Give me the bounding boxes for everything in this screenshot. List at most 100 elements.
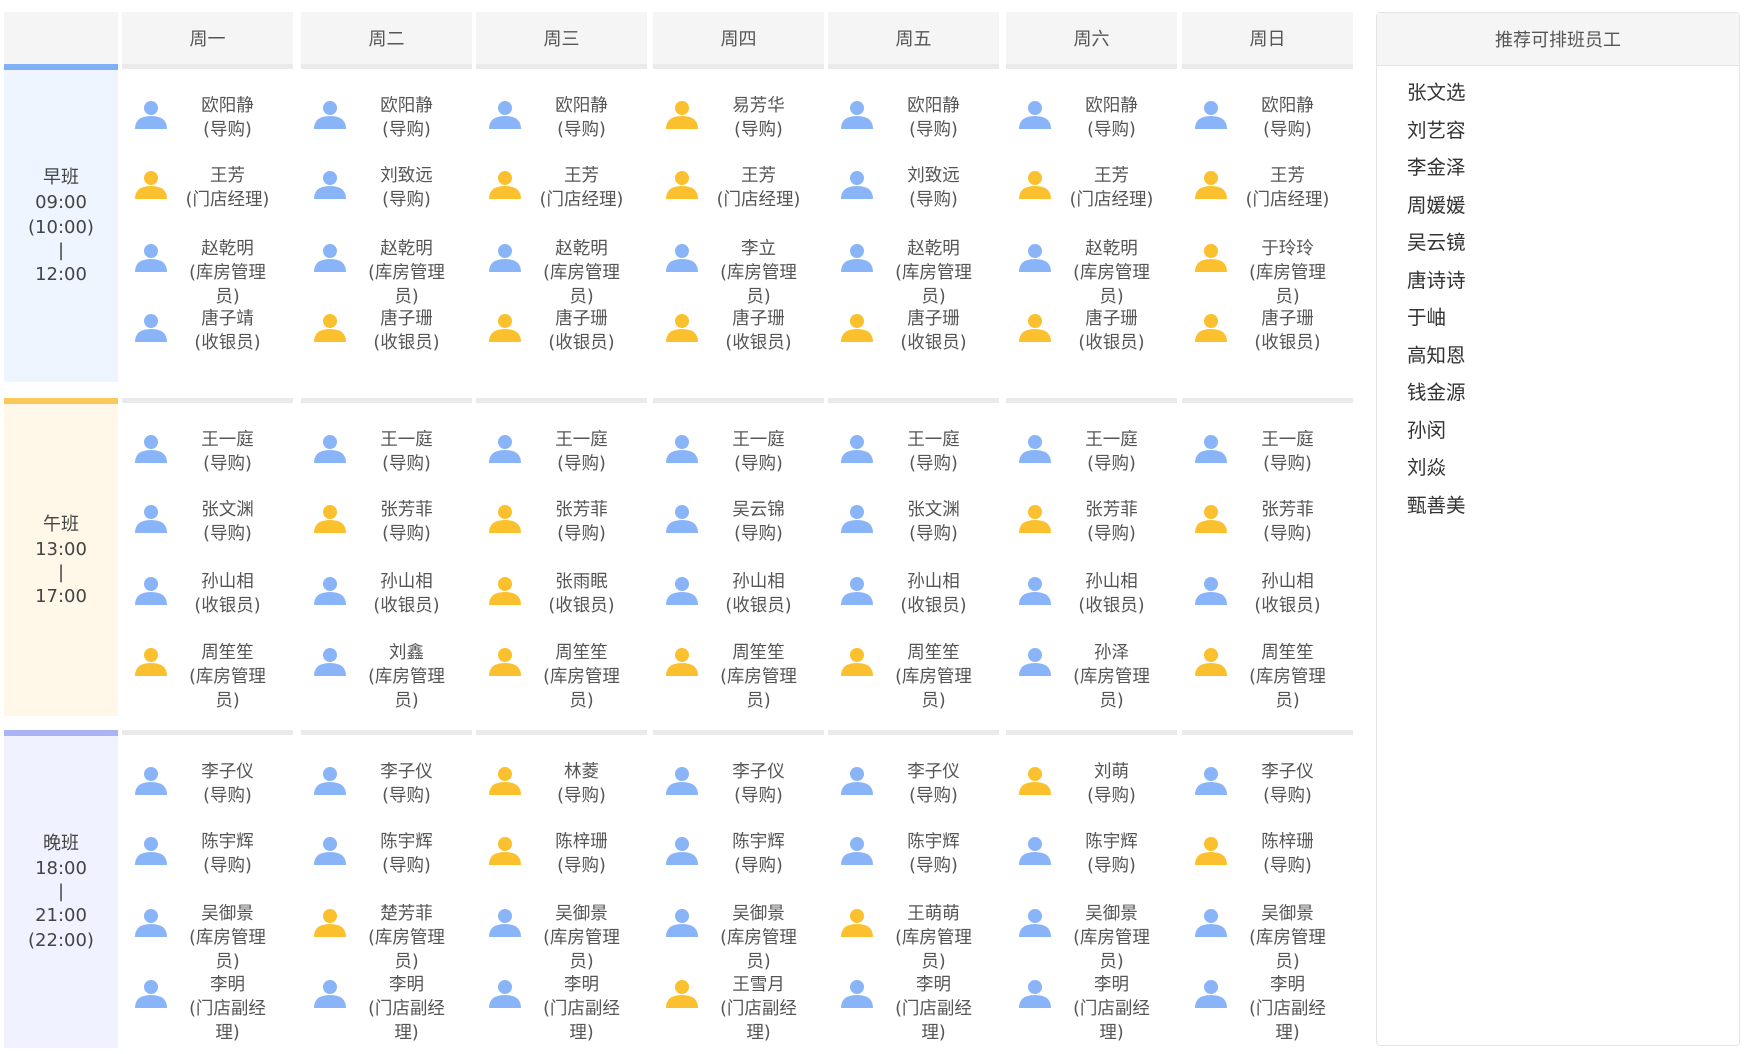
schedule-cell[interactable]: 王一庭 (导购) 张芳菲 (导购) 孙山相 (收银员) 孙泽 (库房管理 员) [1006, 403, 1177, 716]
staff-entry[interactable]: 李子仪 (导购) [1182, 760, 1353, 830]
staff-entry[interactable]: 唐子靖 (收银员) [122, 307, 293, 377]
staff-entry[interactable]: 唐子珊 (收银员) [1006, 307, 1177, 377]
staff-entry[interactable]: 李明 (门店副经 理) [1182, 973, 1353, 1043]
staff-entry[interactable]: 吴御景 (库房管理 员) [122, 902, 293, 972]
staff-entry[interactable]: 赵乾明 (库房管理 员) [828, 237, 999, 307]
schedule-cell[interactable]: 李子仪 (导购) 陈梓珊 (导购) 吴御景 (库房管理 员) 李明 (门店副经 理) [1182, 735, 1353, 1048]
staff-entry[interactable]: 孙山相 (收银员) [653, 570, 824, 640]
staff-entry[interactable]: 陈宇辉 (导购) [828, 830, 999, 900]
schedule-cell[interactable]: 李子仪 (导购) 陈宇辉 (导购) 吴御景 (库房管理 员) 王雪月 (门店副经 理) [653, 735, 824, 1048]
staff-entry[interactable]: 王芳 (门店经理) [653, 164, 824, 234]
staff-entry[interactable]: 陈宇辉 (导购) [1006, 830, 1177, 900]
staff-entry[interactable]: 李立 (库房管理 员) [653, 237, 824, 307]
staff-entry[interactable]: 王一庭 (导购) [301, 428, 472, 498]
staff-entry[interactable]: 王一庭 (导购) [476, 428, 647, 498]
staff-entry[interactable]: 王一庭 (导购) [828, 428, 999, 498]
staff-entry[interactable]: 吴御景 (库房管理 员) [1006, 902, 1177, 972]
schedule-cell[interactable]: 李子仪 (导购) 陈宇辉 (导购) 楚芳菲 (库房管理 员) 李明 (门店副经 理) [301, 735, 472, 1048]
staff-entry[interactable]: 李明 (门店副经 理) [1006, 973, 1177, 1043]
staff-entry[interactable]: 唐子珊 (收银员) [1182, 307, 1353, 377]
schedule-cell[interactable]: 林菱 (导购) 陈梓珊 (导购) 吴御景 (库房管理 员) 李明 (门店副经 理) [476, 735, 647, 1048]
staff-entry[interactable]: 李明 (门店副经 理) [476, 973, 647, 1043]
staff-entry[interactable]: 李子仪 (导购) [122, 760, 293, 830]
schedule-cell[interactable]: 王一庭 (导购) 张文渊 (导购) 孙山相 (收银员) 周笙笙 (库房管理 员) [122, 403, 293, 716]
schedule-cell[interactable]: 欧阳静 (导购) 王芳 (门店经理) 赵乾明 (库房管理 员) 唐子珊 (收银员) [1006, 69, 1177, 382]
staff-entry[interactable]: 王芳 (门店经理) [122, 164, 293, 234]
recommended-employee[interactable]: 张文选 [1407, 74, 1739, 112]
staff-entry[interactable]: 欧阳静 (导购) [476, 94, 647, 164]
staff-entry[interactable]: 李子仪 (导购) [301, 760, 472, 830]
staff-entry[interactable]: 周笙笙 (库房管理 员) [476, 641, 647, 711]
staff-entry[interactable]: 李明 (门店副经 理) [828, 973, 999, 1043]
staff-entry[interactable]: 张文渊 (导购) [122, 498, 293, 568]
staff-entry[interactable]: 吴云锦 (导购) [653, 498, 824, 568]
schedule-cell[interactable]: 王一庭 (导购) 张文渊 (导购) 孙山相 (收银员) 周笙笙 (库房管理 员) [828, 403, 999, 716]
staff-entry[interactable]: 刘鑫 (库房管理 员) [301, 641, 472, 711]
staff-entry[interactable]: 孙山相 (收银员) [122, 570, 293, 640]
recommended-employee[interactable]: 唐诗诗 [1407, 262, 1739, 300]
staff-entry[interactable]: 欧阳静 (导购) [828, 94, 999, 164]
staff-entry[interactable]: 唐子珊 (收银员) [301, 307, 472, 377]
staff-entry[interactable]: 陈宇辉 (导购) [301, 830, 472, 900]
staff-entry[interactable]: 李子仪 (导购) [653, 760, 824, 830]
recommended-employee[interactable]: 吴云镜 [1407, 224, 1739, 262]
schedule-cell[interactable]: 欧阳静 (导购) 刘致远 (导购) 赵乾明 (库房管理 员) 唐子珊 (收银员) [301, 69, 472, 382]
staff-entry[interactable]: 于玲玲 (库房管理 员) [1182, 237, 1353, 307]
staff-entry[interactable]: 楚芳菲 (库房管理 员) [301, 902, 472, 972]
staff-entry[interactable]: 赵乾明 (库房管理 员) [476, 237, 647, 307]
staff-entry[interactable]: 唐子珊 (收银员) [653, 307, 824, 377]
staff-entry[interactable]: 周笙笙 (库房管理 员) [122, 641, 293, 711]
staff-entry[interactable]: 易芳华 (导购) [653, 94, 824, 164]
staff-entry[interactable]: 王一庭 (导购) [653, 428, 824, 498]
staff-entry[interactable]: 欧阳静 (导购) [301, 94, 472, 164]
schedule-cell[interactable]: 欧阳静 (导购) 王芳 (门店经理) 赵乾明 (库房管理 员) 唐子珊 (收银员) [476, 69, 647, 382]
staff-entry[interactable]: 欧阳静 (导购) [1006, 94, 1177, 164]
staff-entry[interactable]: 孙泽 (库房管理 员) [1006, 641, 1177, 711]
schedule-cell[interactable]: 欧阳静 (导购) 王芳 (门店经理) 于玲玲 (库房管理 员) 唐子珊 (收银员) [1182, 69, 1353, 382]
staff-entry[interactable]: 周笙笙 (库房管理 员) [653, 641, 824, 711]
staff-entry[interactable]: 赵乾明 (库房管理 员) [1006, 237, 1177, 307]
recommended-employee[interactable]: 周媛媛 [1407, 187, 1739, 225]
staff-entry[interactable]: 刘致远 (导购) [301, 164, 472, 234]
recommended-employee[interactable]: 高知恩 [1407, 337, 1739, 375]
schedule-cell[interactable]: 王一庭 (导购) 吴云锦 (导购) 孙山相 (收银员) 周笙笙 (库房管理 员) [653, 403, 824, 716]
staff-entry[interactable]: 王一庭 (导购) [1182, 428, 1353, 498]
staff-entry[interactable]: 王雪月 (门店副经 理) [653, 973, 824, 1043]
staff-entry[interactable]: 陈宇辉 (导购) [122, 830, 293, 900]
staff-entry[interactable]: 陈梓珊 (导购) [476, 830, 647, 900]
staff-entry[interactable]: 林菱 (导购) [476, 760, 647, 830]
staff-entry[interactable]: 张雨眠 (收银员) [476, 570, 647, 640]
staff-entry[interactable]: 唐子珊 (收银员) [476, 307, 647, 377]
staff-entry[interactable]: 李明 (门店副经 理) [122, 973, 293, 1043]
staff-entry[interactable]: 张芳菲 (导购) [301, 498, 472, 568]
recommended-employee[interactable]: 刘艺容 [1407, 112, 1739, 150]
staff-entry[interactable]: 王芳 (门店经理) [1182, 164, 1353, 234]
schedule-cell[interactable]: 欧阳静 (导购) 刘致远 (导购) 赵乾明 (库房管理 员) 唐子珊 (收银员) [828, 69, 999, 382]
recommended-employee[interactable]: 刘焱 [1407, 449, 1739, 487]
schedule-cell[interactable]: 欧阳静 (导购) 王芳 (门店经理) 赵乾明 (库房管理 员) 唐子靖 (收银员) [122, 69, 293, 382]
recommended-employee[interactable]: 李金泽 [1407, 149, 1739, 187]
staff-entry[interactable]: 李子仪 (导购) [828, 760, 999, 830]
schedule-cell[interactable]: 李子仪 (导购) 陈宇辉 (导购) 王萌萌 (库房管理 员) 李明 (门店副经 理) [828, 735, 999, 1048]
staff-entry[interactable]: 李明 (门店副经 理) [301, 973, 472, 1043]
staff-entry[interactable]: 孙山相 (收银员) [301, 570, 472, 640]
schedule-cell[interactable]: 王一庭 (导购) 张芳菲 (导购) 张雨眠 (收银员) 周笙笙 (库房管理 员) [476, 403, 647, 716]
schedule-cell[interactable]: 易芳华 (导购) 王芳 (门店经理) 李立 (库房管理 员) 唐子珊 (收银员) [653, 69, 824, 382]
staff-entry[interactable]: 王一庭 (导购) [1006, 428, 1177, 498]
staff-entry[interactable]: 吴御景 (库房管理 员) [476, 902, 647, 972]
recommended-employee[interactable]: 钱金源 [1407, 374, 1739, 412]
schedule-cell[interactable]: 王一庭 (导购) 张芳菲 (导购) 孙山相 (收银员) 刘鑫 (库房管理 员) [301, 403, 472, 716]
staff-entry[interactable]: 张芳菲 (导购) [476, 498, 647, 568]
staff-entry[interactable]: 张芳菲 (导购) [1006, 498, 1177, 568]
staff-entry[interactable]: 吴御景 (库房管理 员) [1182, 902, 1353, 972]
staff-entry[interactable]: 吴御景 (库房管理 员) [653, 902, 824, 972]
staff-entry[interactable]: 张芳菲 (导购) [1182, 498, 1353, 568]
recommended-employee[interactable]: 于岫 [1407, 299, 1739, 337]
staff-entry[interactable]: 欧阳静 (导购) [1182, 94, 1353, 164]
staff-entry[interactable]: 刘致远 (导购) [828, 164, 999, 234]
staff-entry[interactable]: 欧阳静 (导购) [122, 94, 293, 164]
staff-entry[interactable]: 王一庭 (导购) [122, 428, 293, 498]
staff-entry[interactable]: 刘萌 (导购) [1006, 760, 1177, 830]
schedule-cell[interactable]: 刘萌 (导购) 陈宇辉 (导购) 吴御景 (库房管理 员) 李明 (门店副经 理) [1006, 735, 1177, 1048]
staff-entry[interactable]: 孙山相 (收银员) [828, 570, 999, 640]
